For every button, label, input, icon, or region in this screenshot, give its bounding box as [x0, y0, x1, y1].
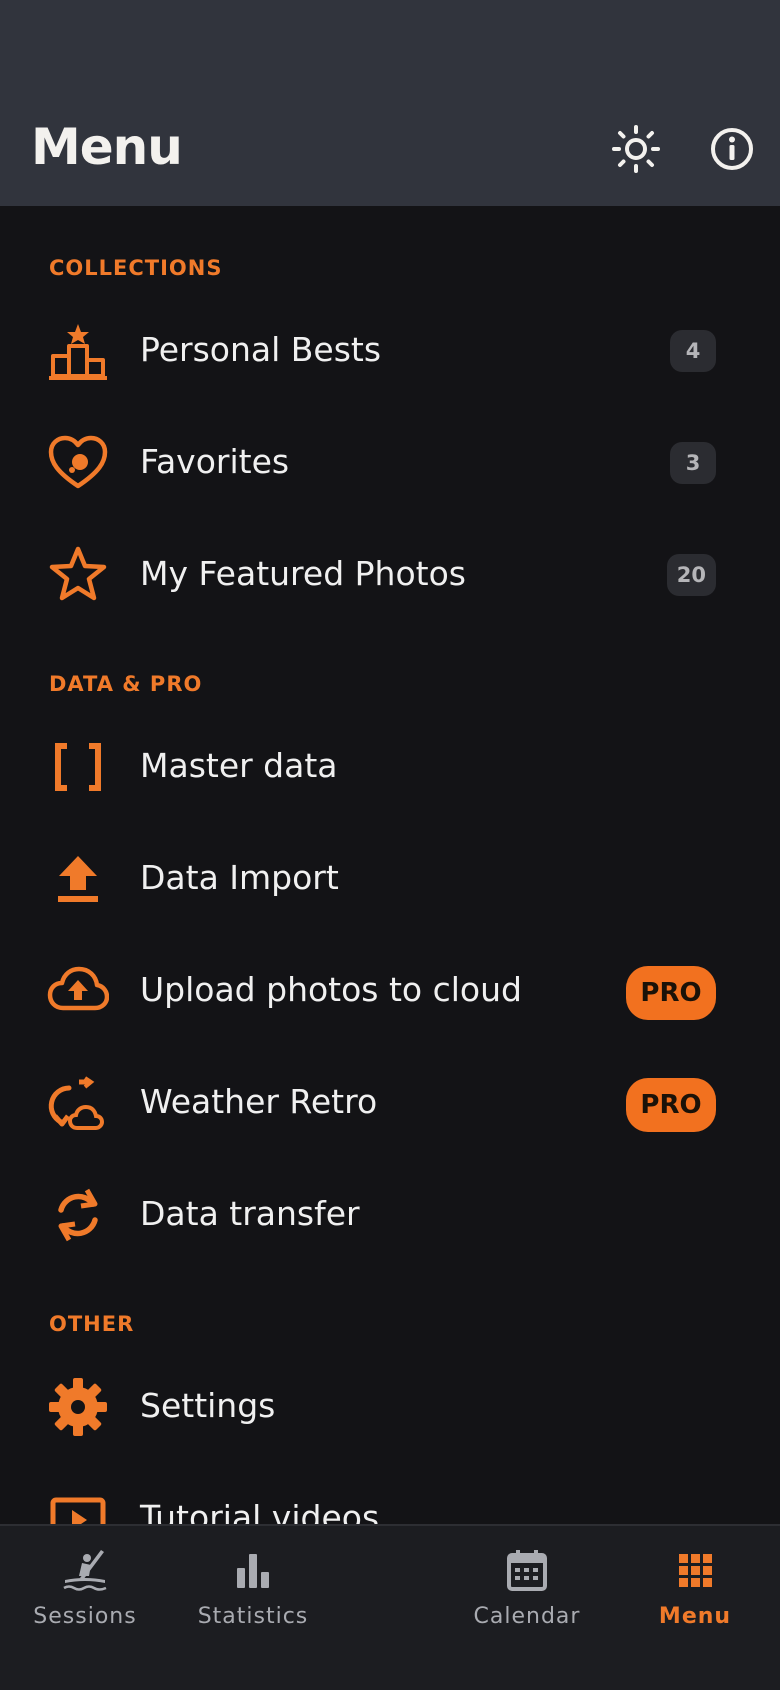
- info-icon[interactable]: [707, 124, 757, 174]
- tab-label: Sessions: [33, 1604, 137, 1629]
- menu-item-settings[interactable]: Settings: [0, 1356, 780, 1456]
- section-data-pro: DATA & PRO: [49, 672, 203, 696]
- tab-label: Menu: [658, 1604, 732, 1629]
- app-header: Menu: [0, 0, 780, 206]
- brightness-icon[interactable]: [611, 124, 661, 174]
- menu-item-master-data[interactable]: Master data: [0, 716, 780, 816]
- video-icon: [50, 1497, 106, 1524]
- menu-item-label: Settings: [140, 1386, 276, 1425]
- menu-item-personal-bests[interactable]: Personal Bests 4: [0, 300, 780, 400]
- menu-item-label: Tutorial videos: [140, 1498, 380, 1524]
- menu-item-label: Weather Retro: [140, 1082, 378, 1121]
- heart-icon: [48, 435, 108, 489]
- section-other: OTHER: [49, 1312, 135, 1336]
- menu-item-label: Data Import: [140, 858, 339, 897]
- grid-icon: [679, 1554, 712, 1587]
- tab-calendar[interactable]: Calendar: [452, 1526, 602, 1646]
- cloud-upload-icon: [47, 966, 109, 1011]
- menu-item-upload-cloud[interactable]: Upload photos to cloud PRO: [0, 940, 780, 1040]
- menu-item-label: Master data: [140, 746, 338, 785]
- menu-item-tutorial-videos[interactable]: Tutorial videos: [0, 1468, 780, 1524]
- count-badge: 4: [670, 330, 716, 372]
- page-title: Menu: [31, 118, 183, 176]
- menu-item-label: Upload photos to cloud: [140, 970, 522, 1009]
- menu-item-label: My Featured Photos: [140, 554, 466, 593]
- section-collections: COLLECTIONS: [49, 256, 223, 280]
- pro-badge: PRO: [626, 966, 716, 1020]
- weather-retro-icon: [48, 1076, 105, 1130]
- menu-item-favorites[interactable]: Favorites 3: [0, 412, 780, 512]
- calendar-icon: [507, 1550, 547, 1591]
- gear-icon: [49, 1378, 107, 1436]
- menu-item-data-import[interactable]: Data Import: [0, 828, 780, 928]
- brackets-icon: [55, 743, 101, 791]
- pro-badge: PRO: [626, 1078, 716, 1132]
- menu-item-label: Personal Bests: [140, 330, 382, 369]
- tab-label: Calendar: [473, 1604, 581, 1629]
- menu-item-label: Data transfer: [140, 1194, 360, 1233]
- menu-item-weather-retro[interactable]: Weather Retro PRO: [0, 1052, 780, 1152]
- tab-sessions[interactable]: Sessions: [10, 1526, 160, 1646]
- bottom-tab-bar: Sessions Statistics Calendar Menu: [0, 1524, 780, 1690]
- bar-chart-icon: [237, 1554, 269, 1588]
- upload-icon: [58, 856, 98, 902]
- star-icon: [49, 546, 107, 601]
- podium-icon: [49, 324, 107, 380]
- rowing-icon: [63, 1550, 107, 1591]
- tab-label: Statistics: [197, 1604, 309, 1629]
- menu-item-label: Favorites: [140, 442, 290, 481]
- count-badge: 3: [670, 442, 716, 484]
- tab-menu[interactable]: Menu: [620, 1526, 770, 1646]
- count-badge: 20: [666, 554, 716, 596]
- menu-item-featured-photos[interactable]: My Featured Photos 20: [0, 524, 780, 624]
- sync-icon: [58, 1188, 98, 1242]
- tab-statistics[interactable]: Statistics: [178, 1526, 328, 1646]
- menu-item-data-transfer[interactable]: Data transfer: [0, 1164, 780, 1264]
